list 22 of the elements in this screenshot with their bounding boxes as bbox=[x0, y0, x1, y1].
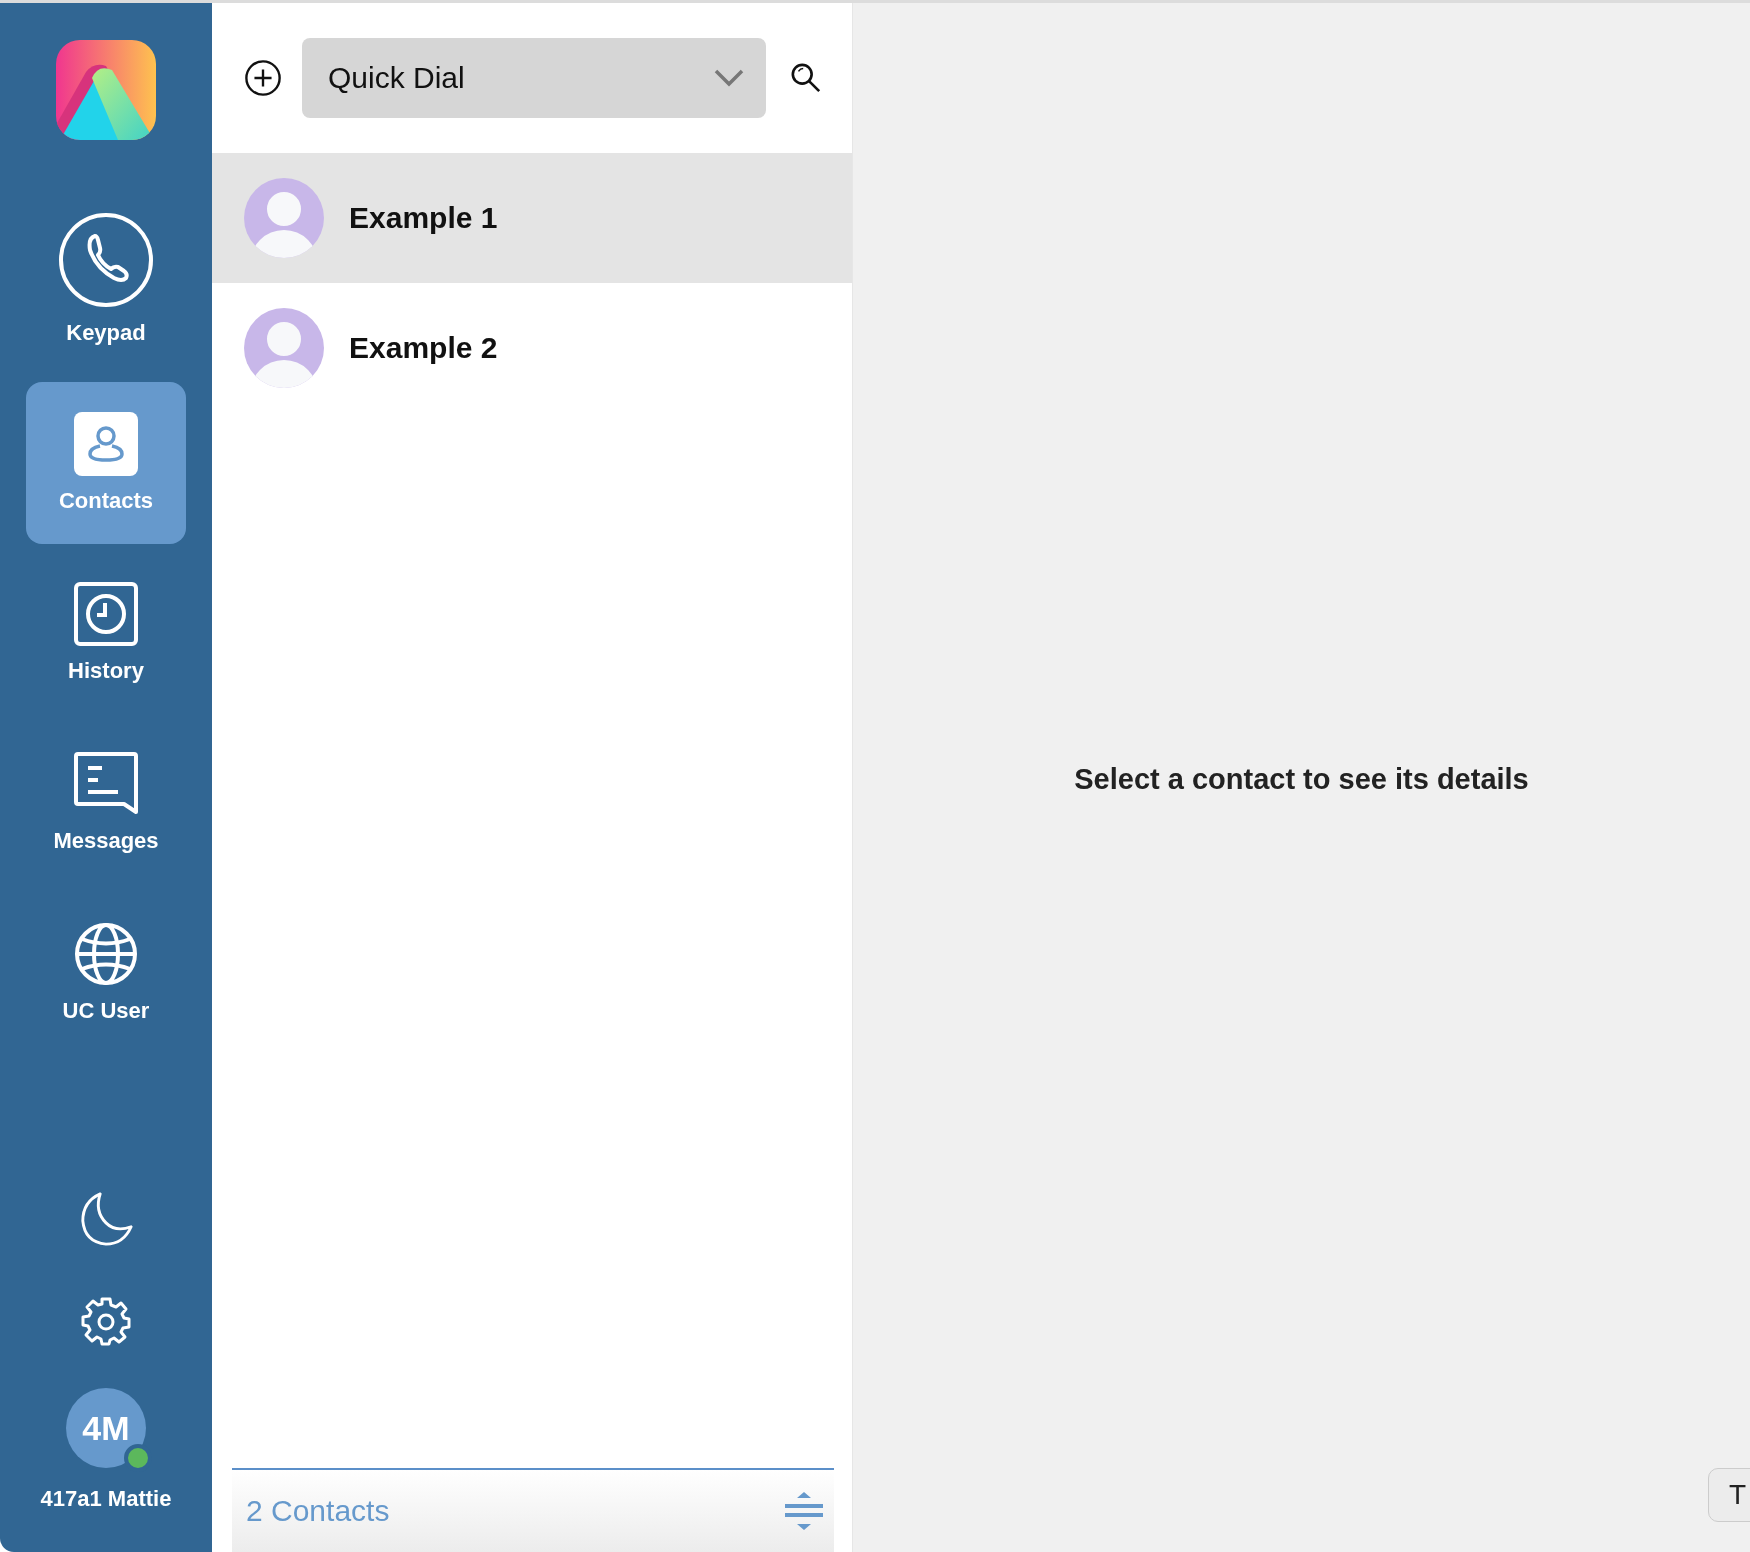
phone-icon bbox=[58, 212, 154, 308]
empty-state-message: Select a contact to see its details bbox=[1074, 763, 1529, 796]
globe-icon bbox=[74, 922, 138, 986]
chevron-down-icon bbox=[714, 69, 744, 87]
sort-icon[interactable] bbox=[784, 1491, 824, 1531]
message-icon bbox=[74, 752, 138, 816]
corner-button[interactable]: T bbox=[1708, 1468, 1750, 1522]
contact-count: 2 Contacts bbox=[246, 1494, 390, 1528]
contact-row[interactable]: Example 2 bbox=[212, 283, 852, 413]
user-name: 417a1 Mattie bbox=[40, 1486, 172, 1512]
nav-item[interactable]: Keypad bbox=[26, 212, 186, 374]
search-icon[interactable] bbox=[790, 62, 822, 94]
app-logo-icon bbox=[56, 40, 156, 140]
list-dropdown[interactable]: Quick Dial bbox=[302, 38, 766, 118]
nav-item[interactable]: Messages bbox=[26, 722, 186, 884]
contact-row[interactable]: Example 1 bbox=[212, 153, 852, 283]
clock-icon bbox=[74, 582, 138, 646]
person-icon bbox=[74, 412, 138, 476]
nav-item[interactable]: UC User bbox=[26, 892, 186, 1054]
add-icon[interactable] bbox=[244, 59, 282, 97]
settings-icon[interactable] bbox=[81, 1296, 131, 1346]
nav-item[interactable]: History bbox=[26, 552, 186, 714]
